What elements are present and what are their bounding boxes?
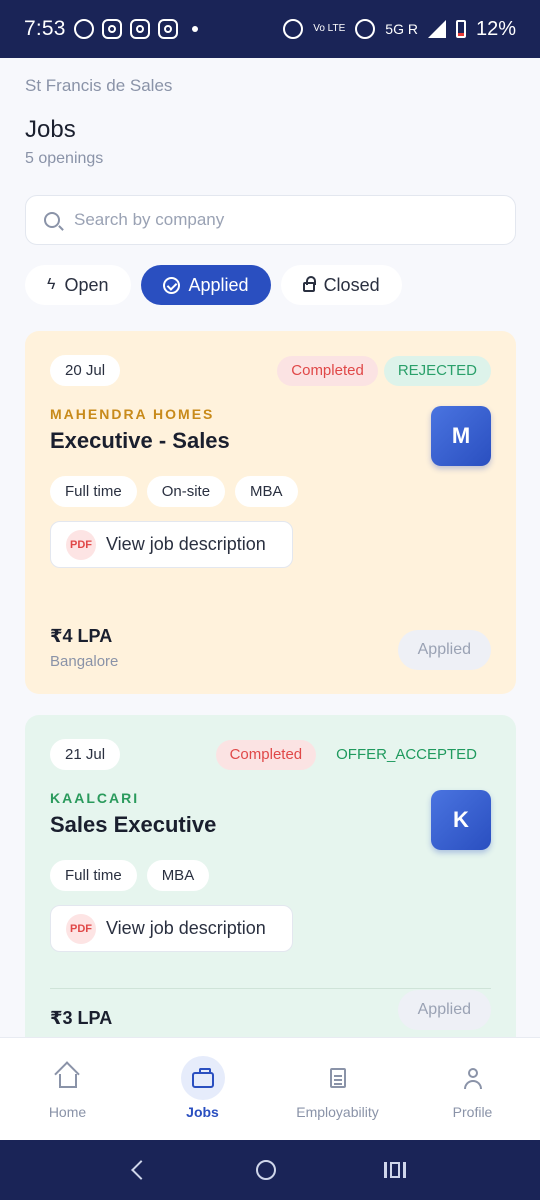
recents-icon[interactable] xyxy=(384,1162,406,1178)
tag-chip: On-site xyxy=(146,476,226,507)
job-card[interactable]: 20 Jul Completed REJECTED MAHENDRA HOMES… xyxy=(25,331,516,694)
location: Bangalore xyxy=(50,653,119,670)
result-badge: OFFER_ACCEPTED xyxy=(336,746,477,763)
nav-employability[interactable]: Employability xyxy=(270,1038,405,1140)
search-placeholder: Search by company xyxy=(74,210,225,229)
nav-label: Profile xyxy=(452,1104,493,1120)
company-logo: K xyxy=(431,790,491,850)
status-badge: Completed xyxy=(277,355,378,386)
home-circle-icon[interactable] xyxy=(256,1160,276,1180)
openings-count: 5 openings xyxy=(25,150,104,167)
status-badge: Completed xyxy=(215,739,317,770)
view-job-description-button[interactable]: PDF View job description xyxy=(50,905,293,952)
instagram-icon xyxy=(157,19,178,39)
network-type: 5G R xyxy=(385,21,418,37)
document-icon xyxy=(329,1068,346,1088)
clock: 7:53 xyxy=(24,17,66,40)
tab-label: Applied xyxy=(188,274,249,295)
page-header: St Francis de Sales Jobs 5 openings xyxy=(0,58,540,168)
date-pill: 20 Jul xyxy=(50,355,121,386)
nav-home[interactable]: Home xyxy=(0,1038,135,1140)
salary: ₹4 LPA xyxy=(50,626,113,646)
tag-chip: Full time xyxy=(50,860,137,891)
instagram-icon xyxy=(101,19,122,39)
tag-chip: Full time xyxy=(50,476,137,507)
instagram-icon xyxy=(129,19,150,39)
divider xyxy=(50,988,491,989)
user-icon xyxy=(463,1068,483,1089)
result-badge: REJECTED xyxy=(383,355,491,386)
battery-icon xyxy=(455,20,466,38)
company-logo: M xyxy=(431,406,491,466)
button-label: View job description xyxy=(106,534,266,554)
volte-indicator: Vo LTE xyxy=(313,23,346,34)
nav-label: Jobs xyxy=(186,1104,219,1120)
job-title: Executive - Sales xyxy=(50,428,230,453)
battery-percent: 12% xyxy=(475,17,516,40)
tag-list: Full time MBA xyxy=(50,860,491,891)
pdf-icon: PDF xyxy=(66,913,96,944)
system-nav-bar xyxy=(0,1140,540,1200)
nav-label: Home xyxy=(48,1104,87,1120)
check-circle-icon xyxy=(162,276,180,294)
briefcase-icon xyxy=(191,1068,214,1088)
signal-icon xyxy=(427,20,446,38)
page-title: Jobs xyxy=(25,116,76,143)
search-input[interactable]: Search by company xyxy=(25,195,516,245)
applied-button[interactable]: Applied xyxy=(397,990,491,1030)
salary: ₹3 LPA xyxy=(50,1008,113,1028)
nav-jobs[interactable]: Jobs xyxy=(135,1038,270,1140)
lock-icon xyxy=(302,276,316,292)
nav-profile[interactable]: Profile xyxy=(405,1038,540,1140)
date-pill: 21 Jul xyxy=(50,739,121,770)
back-icon[interactable] xyxy=(131,1160,151,1180)
search-icon xyxy=(44,212,60,228)
home-icon xyxy=(58,1074,77,1088)
job-title: Sales Executive xyxy=(50,812,217,837)
tag-chip: MBA xyxy=(146,860,210,891)
view-job-description-button[interactable]: PDF View job description xyxy=(50,521,293,568)
nav-label: Employability xyxy=(296,1104,379,1120)
alarm-icon xyxy=(283,19,304,39)
company-name: KAALCARI xyxy=(50,790,140,806)
school-name: St Francis de Sales xyxy=(25,76,173,95)
job-card[interactable]: 21 Jul Completed OFFER_ACCEPTED KAALCARI… xyxy=(25,715,516,1055)
whatsapp-icon xyxy=(73,19,94,39)
filter-tabs: ϟ Open Applied Closed xyxy=(25,265,402,305)
pdf-icon: PDF xyxy=(66,529,96,560)
notification-dot-icon xyxy=(191,26,198,32)
tag-list: Full time On-site MBA xyxy=(50,476,491,507)
status-bar: 7:53 Vo LTE 5G R 12% xyxy=(0,0,540,58)
tag-chip: MBA xyxy=(235,476,298,507)
company-name: MAHENDRA HOMES xyxy=(50,406,215,422)
applied-button[interactable]: Applied xyxy=(397,630,491,670)
tab-label: Closed xyxy=(323,274,380,295)
tab-closed[interactable]: Closed xyxy=(280,265,402,305)
tab-label: Open xyxy=(64,274,109,295)
button-label: View job description xyxy=(106,918,266,938)
hotspot-icon xyxy=(355,19,376,39)
tab-applied[interactable]: Applied xyxy=(140,265,271,305)
bolt-icon: ϟ xyxy=(47,276,56,293)
tab-open[interactable]: ϟ Open xyxy=(25,265,131,305)
bottom-nav: Home Jobs Employability Profile xyxy=(0,1037,540,1140)
